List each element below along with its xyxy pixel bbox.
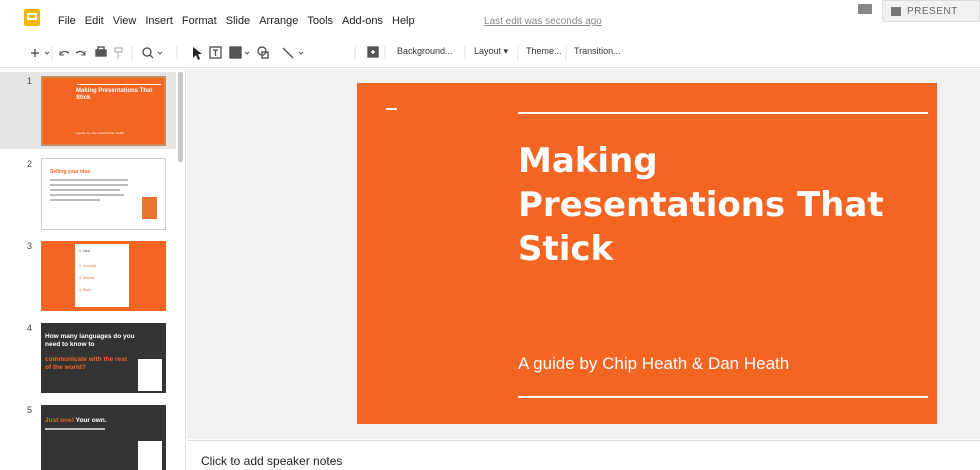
theme-button[interactable]: Theme... (526, 46, 562, 56)
transition-button[interactable]: Transition... (574, 46, 621, 56)
slide-bottom-rule (518, 396, 928, 398)
menu-bar: File Edit View Insert Format Slide Arran… (0, 0, 980, 38)
layout-dropdown-icon: ▾ (501, 46, 509, 56)
slide-number: 2 (27, 159, 33, 169)
text-box-icon[interactable] (209, 46, 222, 59)
shape-icon[interactable] (257, 46, 269, 59)
menu-list: File Edit View Insert Format Slide Arran… (58, 15, 415, 27)
thumb-image (138, 441, 162, 470)
thumb-image (138, 359, 162, 391)
filmstrip-item-3[interactable]: 3 1. Idea 2. Concept 3. Source 4. Story (0, 237, 176, 313)
slides-logo-icon[interactable] (24, 9, 40, 26)
thumb-subtitle: A guide by Chip Heath & Dan Heath (76, 131, 124, 135)
filmstrip-item-4[interactable]: 4 How many languages do you need to know… (0, 319, 176, 395)
menu-arrange[interactable]: Arrange (259, 15, 298, 27)
slide-accent-dash (386, 108, 397, 110)
thumb-text-line (50, 194, 124, 196)
thumb-answer-rest: Your own. (75, 417, 107, 424)
menu-slide[interactable]: Slide (226, 15, 250, 27)
filmstrip-item-5[interactable]: 5 Just one! Your own. (0, 401, 176, 470)
slide-filmstrip[interactable]: 1 Making Presentations That Stick A guid… (0, 69, 186, 470)
undo-icon[interactable] (59, 50, 70, 56)
last-edit-link[interactable]: Last edit was seconds ago (484, 16, 602, 27)
slides-app: File Edit View Insert Format Slide Arran… (0, 0, 980, 470)
menu-tools[interactable]: Tools (307, 15, 333, 27)
comments-icon[interactable] (858, 4, 872, 14)
current-slide[interactable]: Making Presentations That Stick A guide … (357, 83, 937, 424)
menu-help[interactable]: Help (392, 15, 415, 27)
insert-comment-icon[interactable] (367, 46, 379, 58)
background-button[interactable]: Background... (397, 46, 453, 56)
layout-button[interactable]: Layout ▾ (474, 46, 508, 57)
thumb-list-item: 2. Concept (79, 264, 96, 268)
new-slide-icon[interactable] (31, 49, 39, 57)
thumb-text-line (45, 428, 105, 430)
slide-subtitle[interactable]: A guide by Chip Heath & Dan Heath (518, 354, 789, 374)
thumb-list-item: 4. Story (79, 288, 92, 292)
line-dropdown-icon[interactable] (298, 51, 304, 55)
present-button[interactable]: PRESENT (882, 0, 980, 22)
paint-format-icon[interactable] (114, 47, 123, 59)
thumb-question-highlight: communicate with the rest of the world? (45, 356, 127, 371)
image-icon[interactable] (229, 46, 242, 59)
redo-icon[interactable] (75, 50, 86, 56)
print-icon[interactable] (95, 46, 107, 57)
slide-title[interactable]: Making Presentations That Stick (518, 139, 928, 271)
thumb-text-line (50, 189, 120, 191)
layout-label: Layout (474, 46, 502, 56)
slide-thumbnail: 1. Idea 2. Concept 3. Source 4. Story (41, 241, 166, 311)
thumb-text-line (50, 184, 128, 186)
menu-addons[interactable]: Add-ons (342, 15, 383, 27)
menu-view[interactable]: View (113, 15, 137, 27)
new-slide-dropdown-icon[interactable] (44, 51, 50, 55)
thumb-title: Selling your idea (50, 169, 91, 175)
thumb-title: Making Presentations That Stick (76, 88, 153, 101)
slide-number: 5 (27, 405, 33, 415)
present-icon (891, 6, 901, 16)
slide-number: 3 (27, 241, 33, 251)
speaker-notes-panel[interactable]: Click to add speaker notes (187, 440, 980, 470)
filmstrip-scrollbar[interactable] (178, 72, 183, 162)
thumb-rule (77, 84, 161, 85)
line-icon[interactable] (282, 47, 294, 59)
thumb-text-line (50, 179, 128, 181)
slide-thumbnail: Just one! Your own. (41, 405, 166, 470)
slide-number: 1 (27, 76, 33, 86)
select-cursor-icon[interactable] (193, 47, 202, 60)
slide-number: 4 (27, 323, 33, 333)
thumb-answer: Just one! Your own. (45, 417, 107, 424)
thumb-text-line (50, 199, 100, 201)
image-dropdown-icon[interactable] (244, 51, 250, 55)
slide-top-rule (518, 112, 928, 114)
thumb-card: 1. Idea 2. Concept 3. Source 4. Story (75, 244, 129, 307)
thumb-question: How many languages do you need to know t… (45, 333, 135, 348)
filmstrip-item-2[interactable]: 2 Selling your idea (0, 155, 176, 232)
present-label: PRESENT (907, 5, 958, 17)
slide-thumbnail: How many languages do you need to know t… (41, 323, 166, 393)
filmstrip-item-1[interactable]: 1 Making Presentations That Stick A guid… (0, 72, 176, 149)
menu-insert[interactable]: Insert (145, 15, 173, 27)
menu-format[interactable]: Format (182, 15, 217, 27)
zoom-dropdown-icon[interactable] (157, 51, 163, 55)
menu-file[interactable]: File (58, 15, 76, 27)
slide-thumbnail: Selling your idea (41, 158, 166, 230)
slide-thumbnail: Making Presentations That Stick A guide … (41, 76, 166, 146)
thumb-list-item: 3. Source (79, 276, 94, 280)
thumb-book-image (142, 197, 157, 219)
menu-edit[interactable]: Edit (85, 15, 104, 27)
speaker-notes-placeholder[interactable]: Click to add speaker notes (201, 454, 342, 468)
thumb-list-item: 1. Idea (79, 249, 90, 253)
zoom-icon[interactable] (142, 47, 154, 59)
thumb-answer-highlight: Just one! (45, 417, 74, 424)
slide-canvas[interactable]: Making Presentations That Stick A guide … (187, 69, 980, 439)
